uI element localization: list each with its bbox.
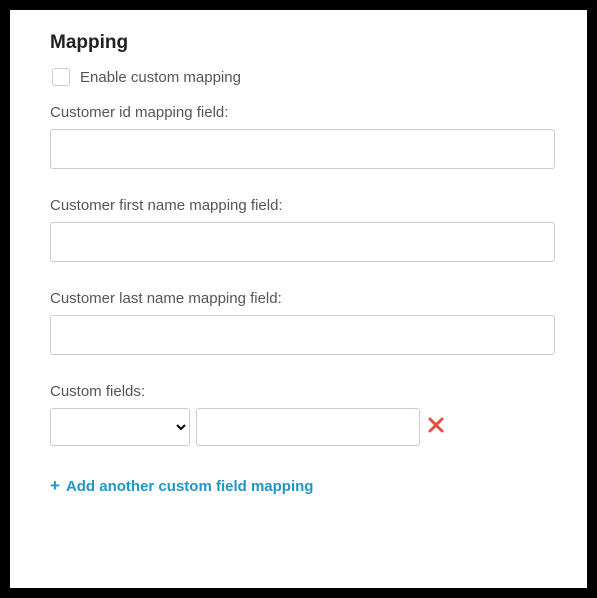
last-name-input[interactable] <box>50 315 555 355</box>
enable-mapping-checkbox[interactable] <box>52 68 70 86</box>
custom-fields-label: Custom fields: <box>50 383 555 400</box>
customer-id-input[interactable] <box>50 129 555 169</box>
enable-mapping-row: Enable custom mapping <box>50 68 555 86</box>
panel-title: Mapping <box>50 32 555 54</box>
first-name-input[interactable] <box>50 222 555 262</box>
plus-icon: + <box>50 476 60 496</box>
custom-field-select[interactable] <box>50 408 190 446</box>
first-name-label: Customer first name mapping field: <box>50 197 555 214</box>
custom-field-row <box>50 408 555 446</box>
custom-field-value-input[interactable] <box>196 408 420 446</box>
mapping-panel: Mapping Enable custom mapping Customer i… <box>10 10 587 588</box>
enable-mapping-label: Enable custom mapping <box>80 69 241 86</box>
customer-id-label: Customer id mapping field: <box>50 104 555 121</box>
first-name-group: Customer first name mapping field: <box>50 197 555 262</box>
last-name-group: Customer last name mapping field: <box>50 290 555 355</box>
add-link-label: Add another custom field mapping <box>66 478 314 495</box>
last-name-label: Customer last name mapping field: <box>50 290 555 307</box>
customer-id-group: Customer id mapping field: <box>50 104 555 169</box>
add-custom-field-link[interactable]: + Add another custom field mapping <box>50 476 555 496</box>
remove-icon[interactable] <box>428 417 444 437</box>
custom-fields-group: Custom fields: <box>50 383 555 446</box>
